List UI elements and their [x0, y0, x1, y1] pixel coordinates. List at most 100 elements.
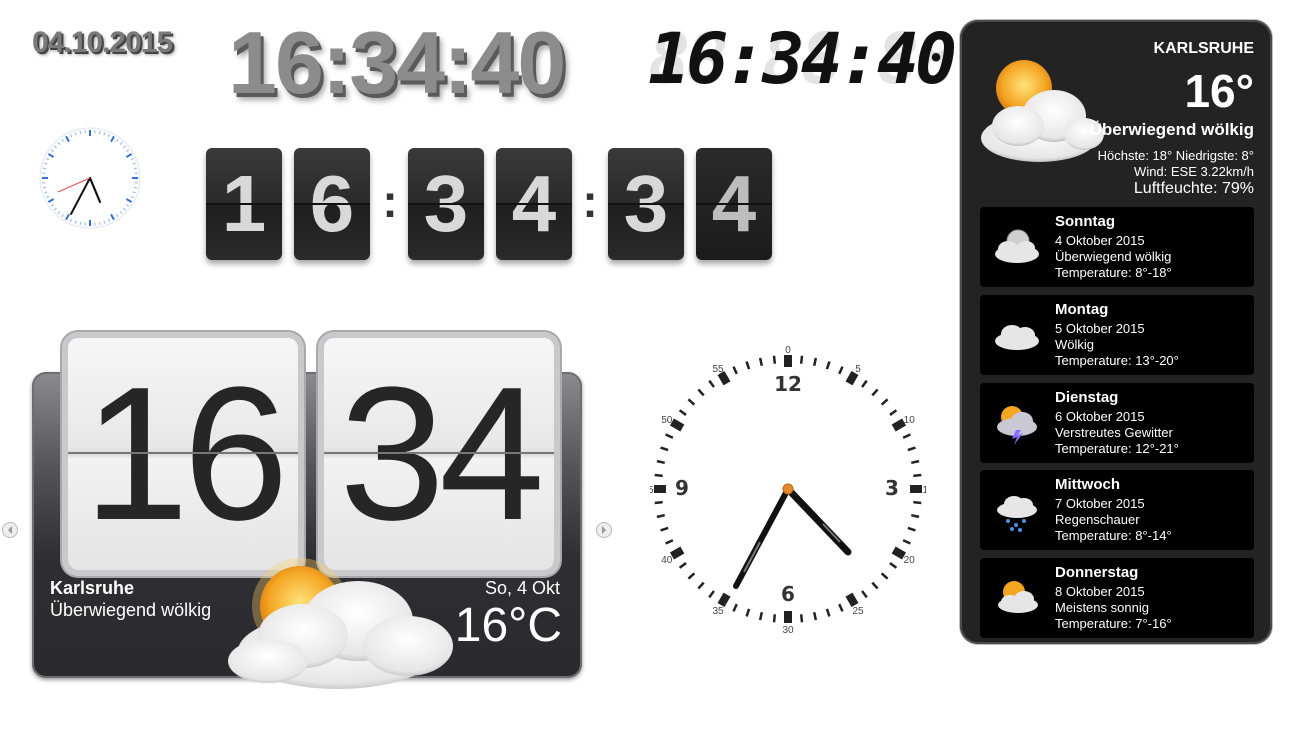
lcd-time: 16:34:40	[648, 18, 957, 100]
minute-label: 10	[904, 415, 916, 426]
clock-tick	[871, 581, 879, 590]
minute-hand-highlight	[743, 541, 761, 573]
forecast-date: 7 Oktober 2015	[1055, 496, 1145, 511]
clock-tick	[880, 398, 889, 406]
clock-tick	[772, 355, 777, 364]
widget-condition: Überwiegend wölkig	[50, 600, 212, 620]
minute-label: 25	[852, 606, 864, 617]
clock-tick	[880, 572, 889, 580]
forecast-date: 4 Oktober 2015	[1055, 233, 1145, 248]
flip-tile-second-ones: 4	[696, 148, 772, 260]
forecast-day: Sonntag	[1055, 213, 1115, 230]
clock-tick	[838, 366, 844, 375]
forecast-date: 6 Oktober 2015	[1055, 409, 1145, 424]
clock-tick	[717, 592, 731, 608]
sun-cloud-icon	[228, 558, 453, 689]
clock-tick	[910, 513, 920, 519]
forecast-condition: Überwiegend wölkig	[1055, 249, 1172, 264]
clock-tick	[845, 592, 859, 608]
clock-tick	[758, 357, 764, 367]
clock-tick	[79, 221, 82, 226]
hour-hand	[784, 485, 852, 556]
forecast-condition: Regenschauer	[1055, 512, 1140, 527]
chevron-right-icon	[602, 526, 606, 534]
clock-tick	[669, 418, 685, 432]
clock-tick	[697, 388, 705, 397]
prev-arrow-button[interactable]	[2, 522, 18, 538]
clock-tick	[910, 459, 920, 465]
cloud-icon	[995, 325, 1039, 350]
forecast-day: Montag	[1055, 301, 1109, 318]
clock-tick	[678, 409, 687, 416]
thunderstorm-icon	[997, 406, 1037, 445]
flip-tile-hour-ones: 6	[294, 148, 370, 260]
clock-tick	[656, 513, 666, 519]
flip-tile-second-tens: 3	[608, 148, 684, 260]
flip-clock-weather-widget: 16 34 Karlsruhe Überwiegend wölkig So, 4…	[32, 326, 582, 689]
forecast-card: Mittwoch 7 Oktober 2015 Regenschauer Tem…	[980, 470, 1254, 550]
panel-humidity: Luftfeuchte: 79%	[1133, 180, 1254, 197]
clock-tick	[772, 614, 777, 623]
widget-temperature: 16°C	[454, 599, 562, 652]
minute-label: 35	[712, 606, 724, 617]
clock-tick	[825, 608, 831, 617]
moon-cloud-icon	[995, 229, 1039, 263]
clock-tick	[745, 608, 751, 617]
clock-tick	[678, 562, 687, 569]
chevron-left-icon	[8, 526, 12, 534]
weather-panel: KARLSRUHE 16° Überwiegend wölkig Höchste…	[960, 20, 1272, 644]
clock-tick	[732, 603, 738, 612]
large-analog-clock: 0 5 10 15 20 25 30 35 40 45 50 55 12 3 6 9	[642, 344, 934, 636]
clock-tick	[133, 167, 138, 170]
flip-tile-minute-tens: 3	[408, 148, 484, 260]
panel-high-low: Höchste: 18° Niedrigste: 8°	[1097, 148, 1254, 163]
forecast-card: Sonntag 4 Oktober 2015 Überwiegend wölki…	[980, 207, 1254, 287]
clock-tick	[708, 590, 715, 599]
clock-tick	[654, 473, 663, 478]
clock-tick	[913, 500, 922, 505]
panel-temperature: 16°	[1184, 65, 1254, 117]
clock-tick	[838, 603, 844, 612]
minute-label: 20	[904, 555, 916, 566]
clock-tick	[889, 562, 898, 569]
clock-tick	[42, 167, 47, 170]
center-pin	[782, 483, 794, 495]
clock-tick	[861, 590, 868, 599]
numeral-9: 9	[675, 476, 689, 500]
clock-tick	[758, 611, 764, 621]
minute-label: 55	[712, 364, 724, 375]
flip-separator: :	[582, 175, 598, 227]
flip-tile-hour-tens: 1	[206, 148, 282, 260]
forecast-temperature: Temperature: 12°-21°	[1055, 441, 1179, 456]
numeral-3: 3	[885, 476, 899, 500]
minute-label: 30	[782, 625, 794, 634]
forecast-condition: Verstreutes Gewitter	[1055, 425, 1173, 440]
clock-tick	[660, 446, 669, 452]
small-analog-clock	[38, 126, 142, 230]
clock-tick	[656, 459, 666, 465]
minute-label: 45	[650, 485, 654, 496]
clock-tick	[133, 186, 138, 189]
clock-tick	[42, 186, 47, 189]
forecast-day: Mittwoch	[1055, 476, 1120, 493]
clock-tick	[665, 539, 674, 545]
clock-tick	[825, 361, 831, 370]
minute-label: 50	[661, 415, 673, 426]
sun-cloud-icon	[998, 581, 1038, 613]
flip-separator: :	[382, 175, 398, 227]
clock-tick	[697, 581, 705, 590]
digital-time-display: 16:34:40	[228, 13, 566, 112]
widget-city: Karlsruhe	[50, 578, 135, 598]
forecast-day: Donnerstag	[1055, 564, 1139, 581]
forecast-day: Dienstag	[1055, 389, 1119, 406]
small-clock-face	[39, 127, 141, 229]
clock-tick	[891, 546, 907, 560]
forecast-card: Donnerstag 8 Oktober 2015 Meistens sonni…	[980, 558, 1254, 638]
forecast-card: Montag 5 Oktober 2015 Wölkig Temperature…	[980, 295, 1254, 375]
clock-tick	[98, 130, 101, 135]
clock-tick	[861, 379, 868, 388]
clock-tick	[812, 611, 818, 621]
next-arrow-button[interactable]	[596, 522, 612, 538]
clock-tick	[812, 357, 818, 367]
clock-tick	[907, 446, 916, 452]
